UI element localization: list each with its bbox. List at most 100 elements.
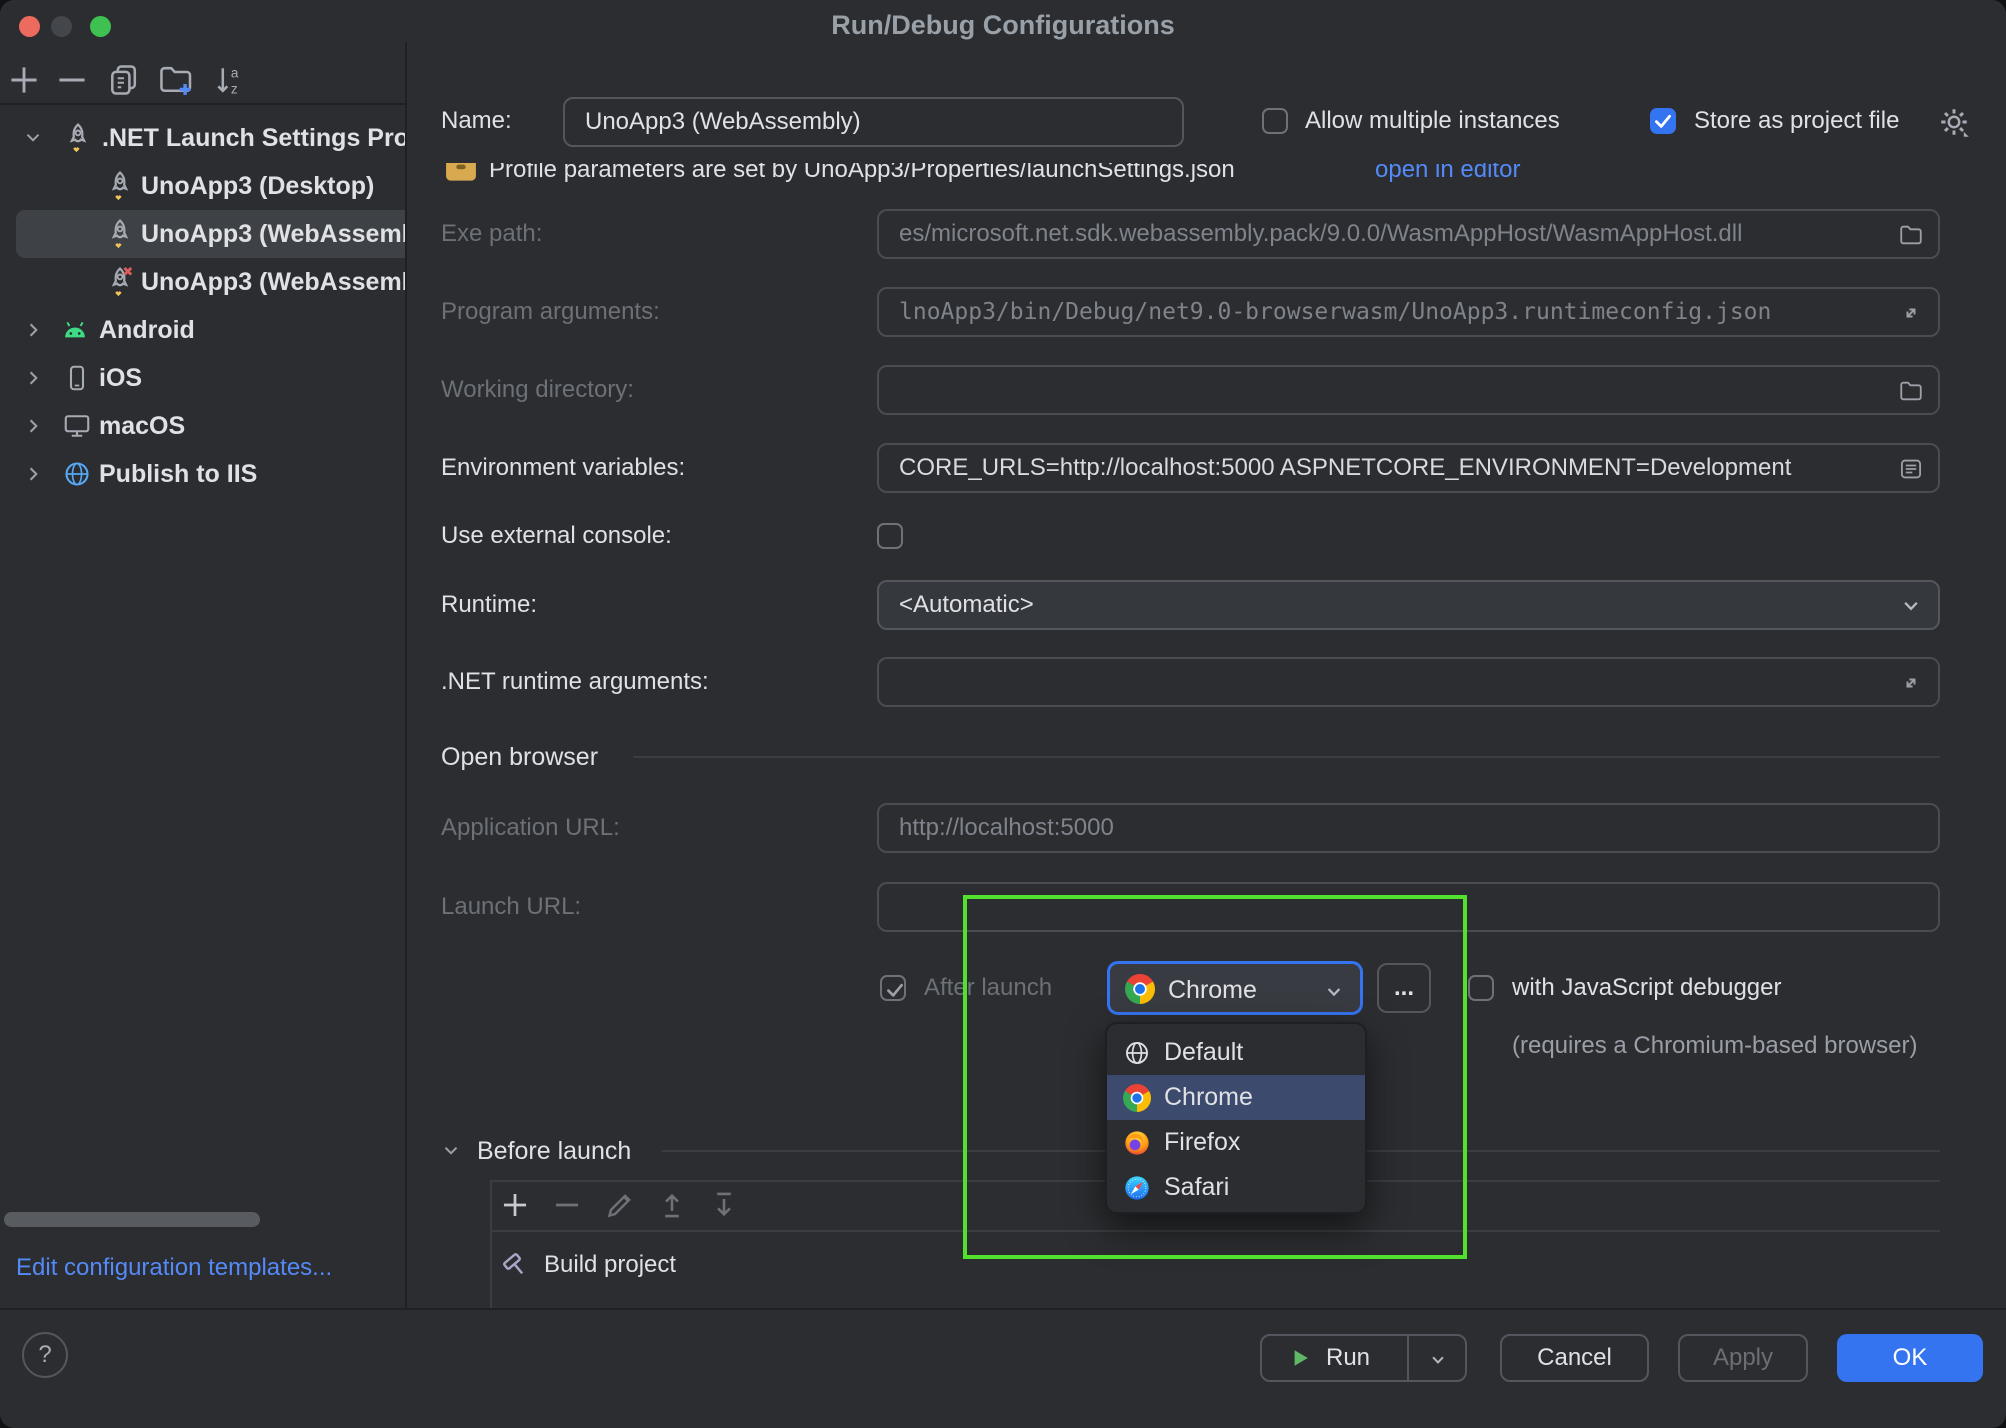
rocket-icon	[104, 218, 136, 250]
launch-url-label: Launch URL:	[441, 891, 581, 923]
js-debugger-checkbox[interactable]	[1468, 975, 1494, 1001]
remove-configuration-button[interactable]	[54, 62, 90, 98]
expand-icon	[1898, 670, 1924, 696]
rocket-icon	[104, 170, 136, 202]
hammer-icon	[500, 1249, 532, 1281]
apply-button-label: Apply	[1713, 1344, 1773, 1372]
ok-button-label: OK	[1893, 1344, 1928, 1372]
sidebar-item-macos[interactable]: macOS	[0, 402, 406, 450]
js-debugger-label: with JavaScript debugger	[1512, 972, 1781, 1004]
add-configuration-button[interactable]	[6, 62, 42, 98]
runtime-select[interactable]: <Automatic>	[877, 580, 1940, 630]
store-settings-gear-button[interactable]	[1936, 104, 1972, 140]
runtime-label: Runtime:	[441, 589, 537, 621]
sidebar-toolbar-divider	[0, 103, 406, 105]
tree-item-label: UnoApp3 (WebAssembly)	[141, 258, 406, 306]
cancel-button-label: Cancel	[1537, 1344, 1612, 1372]
store-as-project-file-label: Store as project file	[1694, 105, 1899, 137]
before-launch-add-button[interactable]	[498, 1188, 532, 1222]
svg-text:z: z	[231, 82, 238, 97]
new-folder-button[interactable]	[156, 60, 196, 100]
working-directory-value	[899, 374, 1882, 406]
sort-alphabetically-button[interactable]: a z	[212, 62, 248, 98]
minus-icon	[54, 62, 90, 98]
sidebar-item-ios[interactable]: iOS	[0, 354, 406, 402]
before-launch-task-label: Build project	[544, 1249, 676, 1281]
help-button[interactable]: ?	[22, 1332, 68, 1378]
after-launch-checkbox[interactable]	[880, 975, 906, 1001]
tree-item-label: macOS	[99, 402, 399, 450]
program-arguments-value: lnoApp3/bin/Debug/net9.0-browserwasm/Uno…	[899, 296, 1882, 328]
sidebar-item-publish-to-iis[interactable]: Publish to IIS	[0, 450, 406, 498]
sidebar-item-android[interactable]: Android	[0, 306, 406, 354]
footer-divider	[0, 1308, 2006, 1310]
plus-icon	[6, 62, 42, 98]
copy-configuration-button[interactable]	[106, 62, 142, 98]
allow-multiple-instances-label: Allow multiple instances	[1305, 105, 1560, 137]
name-input[interactable]: UnoApp3 (WebAssembly)	[563, 97, 1184, 147]
tree-item-label: UnoApp3 (Desktop)	[141, 162, 406, 210]
ok-button[interactable]: OK	[1837, 1334, 1983, 1382]
chevron-down-icon	[1427, 1349, 1449, 1371]
program-arguments-field[interactable]: lnoApp3/bin/Debug/net9.0-browserwasm/Uno…	[877, 287, 1940, 337]
exe-path-value: es/microsoft.net.sdk.webassembly.pack/9.…	[899, 218, 1882, 250]
horizontal-scrollbar[interactable]	[4, 1212, 260, 1227]
list-icon	[1898, 456, 1924, 482]
program-arguments-label: Program arguments:	[441, 296, 660, 328]
exe-path-field[interactable]: es/microsoft.net.sdk.webassembly.pack/9.…	[877, 209, 1940, 259]
move-up-icon	[655, 1188, 689, 1222]
tree-item-label: UnoApp3 (WebAssembly)	[141, 210, 406, 258]
sidebar-item-unoapp3-desktop[interactable]: UnoApp3 (Desktop)	[0, 162, 406, 210]
chevron-right-icon	[26, 322, 42, 338]
chevron-down-icon	[22, 130, 44, 146]
sidebar-item-unoapp3-webassembly-invalid[interactable]: UnoApp3 (WebAssembly)	[0, 258, 406, 306]
open-in-editor-link[interactable]: open in editor	[1375, 154, 1520, 186]
apply-button[interactable]: Apply	[1678, 1334, 1808, 1382]
rocket-icon	[62, 122, 94, 154]
allow-multiple-instances-checkbox[interactable]	[1262, 108, 1288, 134]
move-down-icon	[707, 1188, 741, 1222]
chevron-right-icon	[26, 466, 42, 482]
run-button-label: Run	[1326, 1344, 1370, 1372]
working-directory-field[interactable]	[877, 365, 1940, 415]
before-launch-edit-button[interactable]	[603, 1188, 637, 1222]
collapse-chevron-icon[interactable]	[440, 1140, 462, 1162]
tree-item-label: Publish to IIS	[99, 450, 399, 498]
warning-text: Profile parameters are set by UnoApp3/Pr…	[489, 154, 1235, 186]
annotation-highlight	[963, 895, 1467, 1259]
svg-text:a: a	[231, 65, 239, 80]
run-split-divider	[1407, 1336, 1409, 1380]
sidebar: a z .NET Launch Settings Profiles Un	[0, 0, 406, 1308]
environment-variables-field[interactable]: CORE_URLS=http://localhost:5000 ASPNETCO…	[877, 443, 1940, 493]
sidebar-item-net-launch-settings[interactable]: .NET Launch Settings Profiles	[0, 114, 406, 162]
environment-variables-label: Environment variables:	[441, 452, 685, 484]
before-launch-section-header: Before launch	[477, 1135, 631, 1167]
copy-icon	[106, 62, 142, 98]
sidebar-item-unoapp3-webassembly[interactable]: UnoApp3 (WebAssembly)	[0, 210, 406, 258]
tree-item-label: .NET Launch Settings Profiles	[102, 114, 406, 162]
application-url-label: Application URL:	[441, 812, 620, 844]
cancel-button[interactable]: Cancel	[1500, 1334, 1649, 1382]
application-url-value: http://localhost:5000	[899, 812, 1882, 844]
before-launch-remove-button[interactable]	[550, 1188, 584, 1222]
application-url-field[interactable]: http://localhost:5000	[877, 803, 1940, 853]
gear-icon	[1936, 104, 1972, 140]
store-as-project-file-checkbox[interactable]	[1650, 108, 1676, 134]
expand-icon	[1898, 300, 1924, 326]
tree-item-label: iOS	[99, 354, 399, 402]
run-button[interactable]: Run	[1260, 1334, 1467, 1382]
net-runtime-arguments-field[interactable]	[877, 657, 1940, 707]
sort-az-icon: a z	[212, 62, 248, 98]
macos-monitor-icon	[62, 411, 92, 441]
minus-icon	[550, 1188, 584, 1222]
help-label: ?	[38, 1341, 51, 1369]
before-launch-move-up-button[interactable]	[655, 1188, 689, 1222]
before-launch-move-down-button[interactable]	[707, 1188, 741, 1222]
use-external-console-checkbox[interactable]	[877, 523, 903, 549]
launch-settings-icon	[445, 158, 477, 182]
chevron-right-icon	[26, 370, 42, 386]
edit-templates-link[interactable]: Edit configuration templates...	[16, 1252, 332, 1284]
rocket-error-icon	[104, 266, 136, 298]
open-browser-section-header: Open browser	[441, 741, 598, 773]
profile-warning-banner: Profile parameters are set by UnoApp3/Pr…	[441, 150, 1941, 190]
